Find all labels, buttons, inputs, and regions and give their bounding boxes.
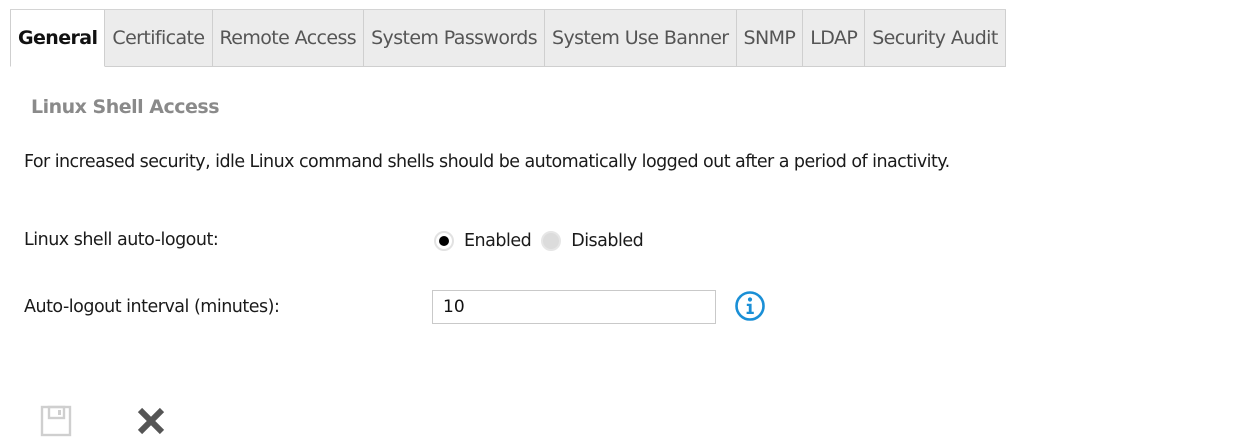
tab-snmp[interactable]: SNMP: [736, 10, 804, 67]
interval-input[interactable]: [432, 290, 716, 324]
enabled-radio[interactable]: [434, 231, 454, 251]
tab-bar: General Certificate Remote Access System…: [10, 9, 1006, 67]
section-title: Linux Shell Access: [31, 96, 220, 118]
info-icon[interactable]: [734, 290, 766, 322]
security-settings-page: General Certificate Remote Access System…: [0, 0, 1254, 447]
tab-general[interactable]: General: [10, 10, 106, 67]
auto-logout-radio-group: Enabled Disabled: [434, 226, 653, 256]
disabled-radio[interactable]: [541, 231, 562, 251]
tab-certificate[interactable]: Certificate: [105, 10, 213, 67]
interval-label: Auto-logout interval (minutes):: [24, 297, 280, 317]
save-icon[interactable]: [40, 405, 72, 437]
enabled-radio-label[interactable]: Enabled: [464, 231, 532, 251]
tab-remote-access[interactable]: Remote Access: [212, 10, 365, 67]
section-description: For increased security, idle Linux comma…: [24, 152, 950, 172]
tab-security-audit[interactable]: Security Audit: [865, 10, 1006, 67]
tab-system-passwords[interactable]: System Passwords: [364, 10, 546, 67]
tab-ldap[interactable]: LDAP: [803, 10, 866, 67]
auto-logout-label: Linux shell auto-logout:: [24, 230, 219, 250]
close-icon[interactable]: [136, 406, 166, 436]
tab-system-use-banner[interactable]: System Use Banner: [545, 10, 737, 67]
disabled-radio-label[interactable]: Disabled: [571, 231, 644, 251]
